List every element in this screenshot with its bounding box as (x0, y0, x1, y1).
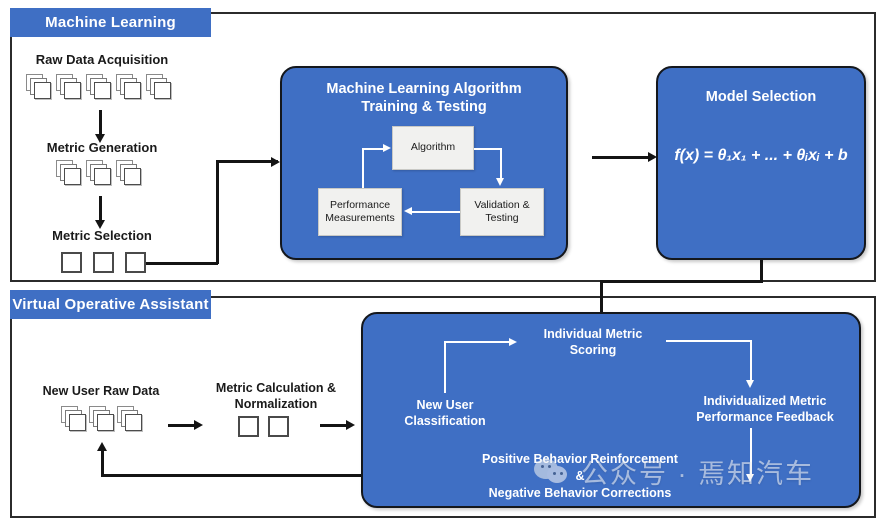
virtual-operative-assistant-section-title: Virtual Operative Assistant (10, 290, 211, 319)
arrowhead-left-icon (404, 206, 412, 215)
document-stack-icon (26, 74, 52, 100)
arrowhead-down-icon (746, 380, 754, 388)
metric-square-icon (61, 252, 82, 273)
document-stack-icon (86, 160, 112, 186)
document-stack-icon (56, 74, 82, 100)
metric-square-icon (238, 416, 259, 437)
node-validation-line1: Validation & (474, 198, 530, 211)
label-metric-calculation-line1: Metric Calculation & (215, 381, 337, 395)
connector-algorithm-to-model (592, 156, 652, 159)
document-stack-icon (89, 406, 115, 432)
document-stack-icon (146, 74, 172, 100)
node-new-user-classification-line1: New User (416, 398, 474, 412)
connector-raw-to-generation (99, 110, 102, 136)
node-validation-testing: Validation & Testing (460, 188, 544, 236)
node-positive-behavior-reinforcement: Positive Behavior Reinforcement (482, 452, 678, 466)
machine-learning-section-title: Machine Learning (10, 8, 211, 37)
document-stack-icon (116, 160, 142, 186)
node-performance-line1: Performance (329, 198, 391, 211)
arrowhead-right-icon (194, 420, 203, 430)
document-stack-icon (56, 160, 82, 186)
loop-performance-to-algorithm-v (362, 148, 364, 188)
node-behavior-ampersand: & (575, 469, 585, 483)
arrow-scoring-to-feedback-h (666, 340, 752, 342)
metric-square-icon (125, 252, 146, 273)
arrowhead-right-icon (383, 143, 391, 152)
document-stack-icon (86, 74, 112, 100)
connector-model-into-assistant (600, 280, 603, 314)
connector-selection-riser (216, 160, 219, 264)
node-performance-measurements: Performance Measurements (318, 188, 402, 236)
loop-algorithm-to-validation-v (500, 148, 502, 180)
connector-model-down (760, 260, 763, 282)
label-raw-data-acquisition: Raw Data Acquisition (35, 52, 169, 67)
metric-square-icon (93, 252, 114, 273)
connector-feedback-return-h (101, 474, 366, 477)
connector-feedback-return-v (101, 450, 104, 476)
label-metric-generation: Metric Generation (46, 140, 158, 155)
connector-generation-to-selection (99, 196, 102, 222)
algorithm-box-title-line2: Training & Testing (361, 99, 487, 115)
document-stack-icon (61, 406, 87, 432)
arrow-feedback-to-behavior-v (750, 428, 752, 476)
formula-text: f(x) = θ₁x₁ + ... + θᵢxᵢ + b (674, 147, 848, 164)
node-negative-behavior-corrections: Negative Behavior Corrections (488, 486, 672, 500)
algorithm-box-title-line1: Machine Learning Algorithm (326, 81, 522, 97)
metric-square-icon (268, 416, 289, 437)
node-individual-metric-scoring-line2: Scoring (569, 343, 617, 357)
arrow-scoring-to-feedback-v (750, 340, 752, 382)
arrowhead-right-icon (509, 337, 517, 346)
connector-model-left (600, 280, 763, 283)
document-stack-icon (117, 406, 143, 432)
model-selection-title: Model Selection (705, 89, 817, 105)
model-selection-formula: f(x) = θ₁x₁ + ... + θᵢxᵢ + b (656, 147, 866, 165)
connector-selection-to-algorithm-head (216, 160, 278, 163)
label-metric-calculation-line2: Normalization (234, 397, 318, 411)
label-metric-selection: Metric Selection (52, 228, 152, 243)
node-individualized-feedback-line1: Individualized Metric (703, 394, 827, 408)
arrowhead-up-icon (97, 442, 107, 451)
arrowhead-down-icon (496, 178, 504, 186)
label-new-user-raw-data: New User Raw Data (42, 384, 160, 398)
node-validation-line2: Testing (485, 212, 519, 224)
diagram-canvas: Machine Learning Raw Data Acquisition Me… (0, 0, 886, 530)
arrow-classification-to-scoring-h (444, 341, 510, 343)
node-algorithm: Algorithm (392, 126, 474, 170)
connector-selection-to-algorithm (146, 262, 218, 265)
loop-algorithm-to-validation-h (474, 148, 502, 150)
node-individual-metric-scoring-line1: Individual Metric (543, 327, 643, 341)
arrowhead-right-icon (346, 420, 355, 430)
document-stack-icon (116, 74, 142, 100)
arrowhead-down-icon (746, 474, 754, 482)
loop-performance-to-algorithm-h (362, 148, 384, 150)
node-new-user-classification-line2: Classification (404, 414, 486, 428)
loop-validation-to-performance (412, 211, 460, 213)
arrow-classification-to-scoring-v (444, 341, 446, 393)
node-individualized-feedback-line2: Performance Feedback (696, 410, 834, 424)
node-performance-line2: Measurements (325, 212, 395, 224)
arrowhead-right-icon (271, 157, 280, 167)
